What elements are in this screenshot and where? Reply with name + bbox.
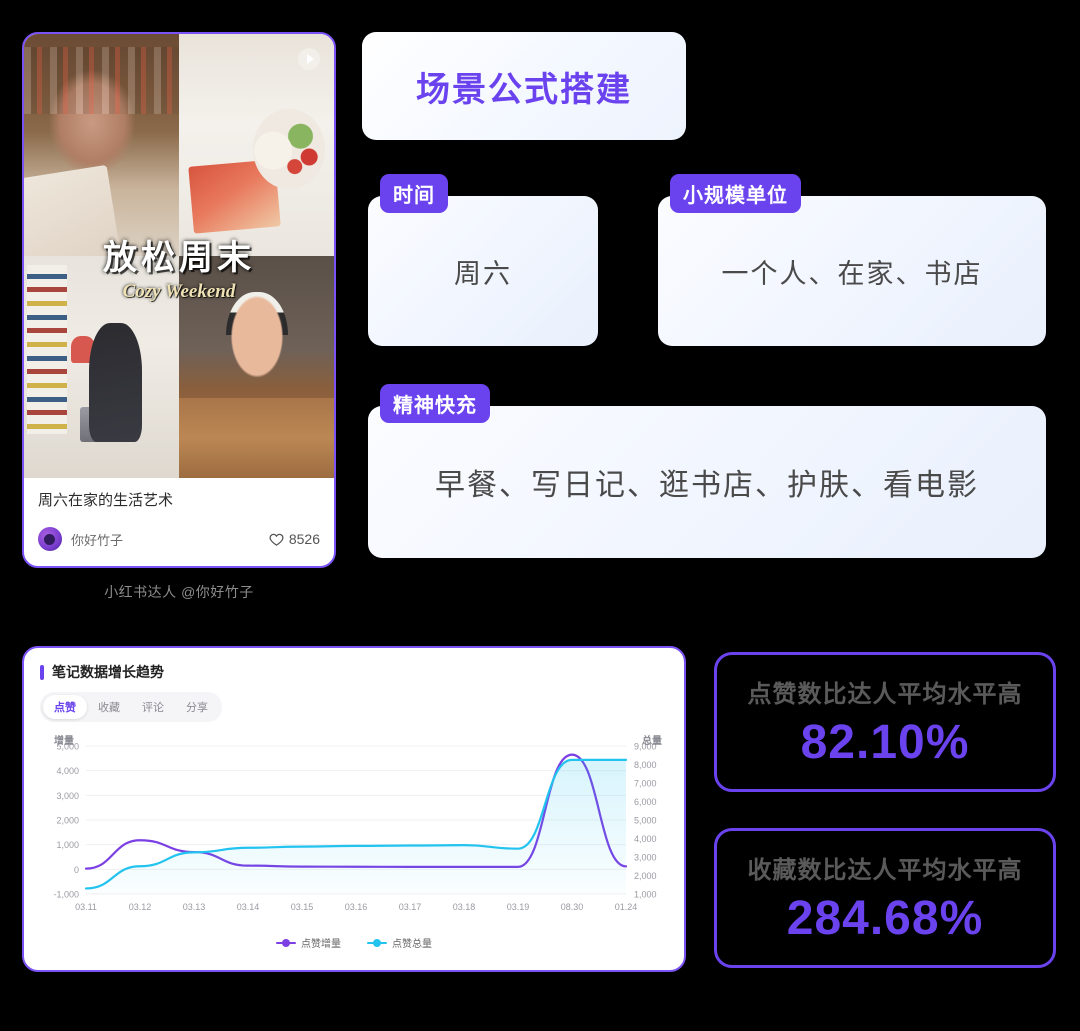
field-unit: 小规模单位 一个人、在家、书店 [658, 174, 1046, 346]
like-count-group[interactable]: 8526 [269, 531, 320, 547]
svg-text:8,000: 8,000 [634, 760, 657, 770]
svg-text:2,000: 2,000 [56, 816, 79, 826]
svg-text:1,000: 1,000 [634, 890, 657, 900]
svg-text:03.14: 03.14 [237, 902, 260, 912]
field-unit-tag: 小规模单位 [670, 174, 801, 213]
page-title: 场景公式搭建 [416, 70, 632, 109]
svg-text:03.18: 03.18 [453, 902, 476, 912]
svg-text:-1,000: -1,000 [53, 890, 79, 900]
chart-panel: 笔记数据增长趋势 点赞 收藏 评论 分享 增量 总量 5,000 4,000 3,0… [22, 646, 686, 972]
legend-item-total[interactable]: 点赞总量 [367, 935, 432, 950]
svg-text:1,000: 1,000 [56, 840, 79, 850]
svg-text:3,000: 3,000 [634, 853, 657, 863]
stat-favorites-label: 收藏数比达人平均水平高 [747, 857, 1023, 884]
stat-card-likes: 点赞数比达人平均水平高 82.10% [714, 652, 1056, 792]
tab-comments[interactable]: 评论 [131, 695, 175, 719]
field-time-body: 周六 [368, 196, 598, 346]
chart-header: 笔记数据增长趋势 [24, 648, 684, 682]
svg-text:3,000: 3,000 [56, 791, 79, 801]
note-thumbnail[interactable]: 放松周末 Cozy Weekend [24, 34, 334, 478]
svg-text:03.11: 03.11 [75, 902, 97, 912]
stat-likes-value: 82.10% [800, 716, 970, 769]
note-caption: 小红书达人 @你好竹子 [104, 584, 254, 600]
svg-text:7,000: 7,000 [634, 779, 657, 789]
svg-text:03.16: 03.16 [345, 902, 368, 912]
poster-canvas: 放松周末 Cozy Weekend 周六在家的生活艺术 你好竹子 8526 小红… [0, 0, 1080, 1031]
formula-title-card: 场景公式搭建 [362, 32, 686, 140]
field-spirit: 精神快充 早餐、写日记、逛书店、护肤、看电影 [368, 384, 1046, 558]
legend-label-total: 点赞总量 [392, 939, 432, 950]
y-axis-right-label: 总量 [642, 736, 662, 747]
field-time: 时间 周六 [368, 174, 598, 346]
tab-shares[interactable]: 分享 [175, 695, 219, 719]
svg-text:6,000: 6,000 [634, 797, 657, 807]
collage-photo-cafe [179, 256, 334, 478]
play-icon[interactable] [298, 48, 320, 70]
lamp-shape [70, 335, 96, 363]
field-unit-value: 一个人、在家、书店 [721, 258, 983, 289]
svg-text:2,000: 2,000 [634, 871, 657, 881]
laptop-shape [79, 406, 124, 443]
svg-text:03.17: 03.17 [399, 902, 422, 912]
line-chart-svg: 5,0004,0003,0002,0001,0000-1,0009,0008,0… [53, 742, 657, 913]
avatar-icon[interactable] [38, 527, 62, 551]
like-count: 8526 [288, 531, 320, 547]
stat-card-favorites: 收藏数比达人平均水平高 284.68% [714, 828, 1056, 968]
chart-legend: 点赞增量 点赞总量 [34, 935, 674, 950]
svg-text:03.13: 03.13 [183, 902, 206, 912]
y-axis-left-label: 增量 [54, 736, 74, 747]
svg-text:03.19: 03.19 [507, 902, 530, 912]
legend-item-increment[interactable]: 点赞增量 [276, 935, 341, 950]
field-spirit-tag: 精神快充 [380, 384, 490, 423]
field-time-value: 周六 [454, 258, 512, 289]
tab-favorites[interactable]: 收藏 [87, 695, 131, 719]
svg-text:01.24: 01.24 [615, 902, 638, 912]
heart-icon [269, 533, 284, 546]
note-meta: 周六在家的生活艺术 你好竹子 8526 [24, 478, 334, 551]
svg-text:03.12: 03.12 [129, 902, 152, 912]
svg-text:0: 0 [74, 865, 79, 875]
collage-photo-reading [24, 34, 179, 256]
legend-swatch-total [367, 938, 387, 947]
field-spirit-body: 早餐、写日记、逛书店、护肤、看电影 [368, 406, 1046, 558]
field-unit-body: 一个人、在家、书店 [658, 196, 1046, 346]
note-title: 周六在家的生活艺术 [38, 492, 174, 509]
stat-likes-label: 点赞数比达人平均水平高 [747, 681, 1023, 708]
chart-title-accent [40, 664, 44, 680]
tab-likes[interactable]: 点赞 [43, 695, 87, 719]
svg-text:5,000: 5,000 [634, 816, 657, 826]
note-footer: 你好竹子 8526 [38, 527, 320, 551]
legend-label-increment: 点赞增量 [301, 939, 341, 950]
field-time-tag: 时间 [380, 174, 448, 213]
svg-text:4,000: 4,000 [56, 766, 79, 776]
chart-metric-tabs[interactable]: 点赞 收藏 评论 分享 [40, 692, 222, 722]
field-spirit-value: 早餐、写日记、逛书店、护肤、看电影 [435, 469, 979, 502]
svg-text:08.30: 08.30 [561, 902, 584, 912]
legend-swatch-increment [276, 938, 296, 947]
chart-plot-area: 增量 总量 5,000 4,000 3,000 2,000 1,000 0 -1,000 9,… [34, 732, 674, 954]
note-card[interactable]: 放松周末 Cozy Weekend 周六在家的生活艺术 你好竹子 8526 [22, 32, 336, 568]
chart-title: 笔记数据增长趋势 [52, 664, 164, 680]
stat-favorites-value: 284.68% [786, 892, 984, 945]
svg-text:03.15: 03.15 [291, 902, 314, 912]
collage-photo-laptop [24, 256, 179, 478]
svg-text:4,000: 4,000 [634, 834, 657, 844]
note-author[interactable]: 你好竹子 [71, 530, 123, 549]
